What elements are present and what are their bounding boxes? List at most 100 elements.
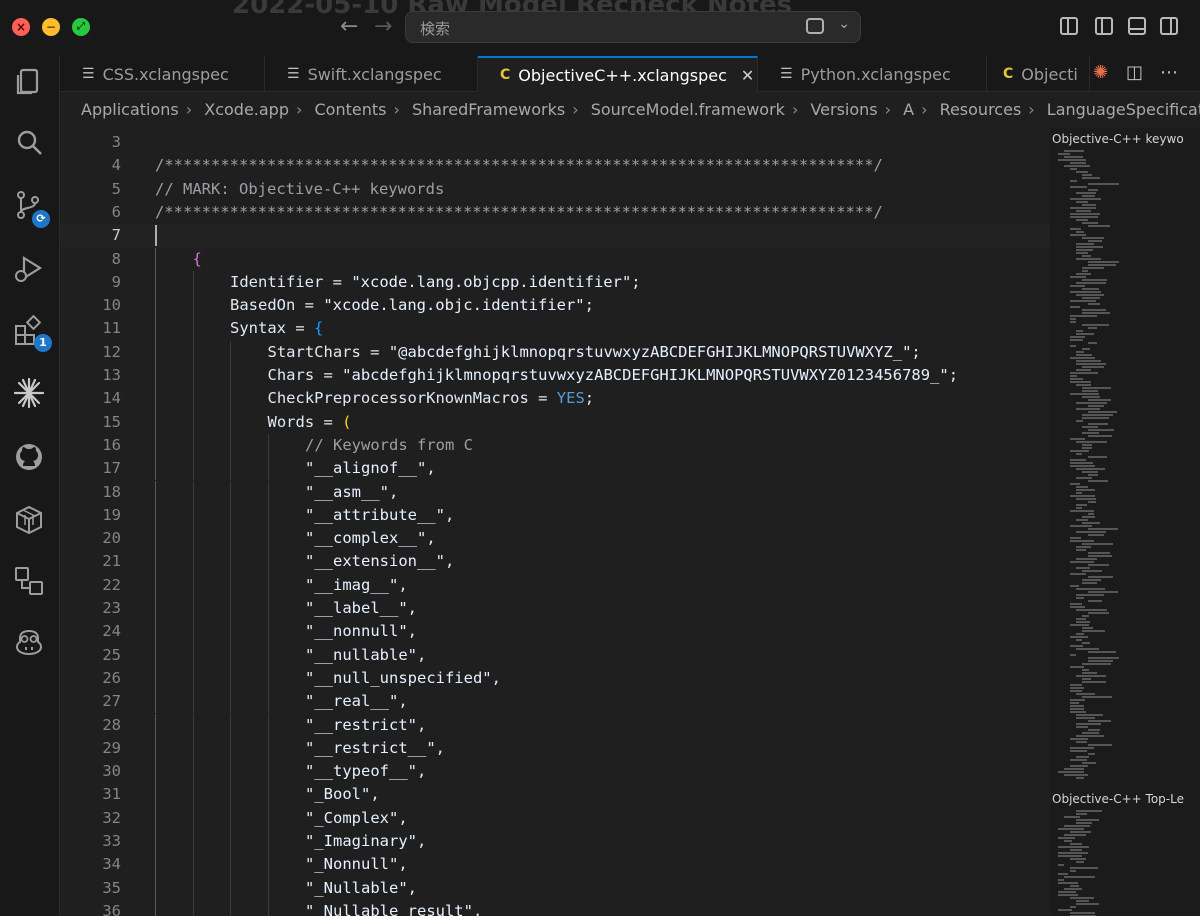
minimap-line (1076, 402, 1107, 404)
code-line[interactable]: 7 (60, 224, 1050, 248)
search-placeholder: 検索 (420, 20, 451, 38)
search-icon[interactable] (12, 126, 46, 160)
line-number: 22 (102, 575, 121, 594)
code-line[interactable]: 15 Words = ( (60, 410, 1050, 434)
breadcrumb-item[interactable]: SourceModel.framework (591, 100, 785, 119)
code-line[interactable]: 34 "_Nonnull", (60, 853, 1050, 877)
tab-objectivecpp-xclangspec[interactable]: C ObjectiveC++.xclangspec ✕ (478, 56, 758, 92)
code-line[interactable]: 4 /**************************************… (60, 154, 1050, 177)
run-debug-icon[interactable] (12, 252, 46, 286)
close-icon[interactable]: ✕ (741, 66, 754, 85)
code-line[interactable]: 30 "__typeof__", (60, 760, 1050, 784)
close-window-button[interactable]: × (12, 18, 30, 36)
back-arrow-icon[interactable]: ← (340, 14, 358, 40)
minimap-line (1082, 237, 1104, 239)
command-center-search[interactable]: 検索 ⌄ (405, 11, 861, 43)
toggle-primary-sidebar-icon[interactable] (1095, 17, 1113, 35)
code-line[interactable]: 25 "__nullable", (60, 643, 1050, 667)
source-control-icon[interactable]: ⟳ (12, 188, 50, 228)
minimap-line (1082, 681, 1106, 683)
toggle-secondary-sidebar-icon[interactable] (1160, 17, 1178, 35)
claude-spark-icon[interactable] (12, 376, 46, 410)
minimap-line (1070, 603, 1082, 605)
code-line[interactable]: 6 /**************************************… (60, 201, 1050, 224)
minimap-line (1070, 162, 1086, 164)
code-line[interactable]: 16 // Keywords from C (60, 433, 1050, 458)
minimap-line (1076, 777, 1084, 779)
code-line[interactable]: 12 StartChars = "@abcdefghijklmnopqrstuvw… (60, 340, 1050, 364)
code-line[interactable]: 11 Syntax = { (60, 317, 1050, 341)
minimap-line (1070, 375, 1077, 377)
maximize-window-button[interactable]: ⤢ (72, 18, 90, 36)
tab-swift-xclangspec[interactable]: ☰ Swift.xclangspec (265, 56, 478, 92)
copilot-chat-icon[interactable] (806, 18, 824, 34)
minimap-line (1076, 273, 1091, 275)
code-line[interactable]: 21 "__extension__", (60, 550, 1050, 574)
code-line[interactable]: 24 "__nonnull", (60, 620, 1050, 644)
forward-arrow-icon[interactable]: → (374, 14, 392, 40)
extensions-icon[interactable]: 1 (12, 314, 52, 352)
claude-spark-icon[interactable]: ✺ (1093, 62, 1108, 83)
code-line[interactable]: 31 "_Bool", (60, 783, 1050, 807)
minimap-line (1088, 261, 1119, 263)
breadcrumb-item[interactable]: A (903, 100, 914, 119)
minimap-line (1070, 906, 1076, 908)
code-line[interactable]: 22 "__imag__", (60, 573, 1050, 597)
tab-css-xclangspec[interactable]: ☰ CSS.xclangspec (60, 56, 265, 92)
code-line[interactable]: 10 BasedOn = "xcode.lang.objc.identifier"… (60, 294, 1050, 318)
line-number: 15 (102, 412, 121, 431)
minimap-line (1070, 537, 1081, 539)
code-line[interactable]: 17 "__alignof__", (60, 457, 1050, 481)
minimap-line (1064, 840, 1072, 842)
code-line[interactable]: 28 "__restrict", (60, 713, 1050, 737)
line-number: 36 (102, 901, 121, 916)
code-line[interactable]: 19 "__attribute__", (60, 503, 1050, 528)
breadcrumb-item[interactable]: LanguageSpecifications (1047, 100, 1200, 119)
code-text: "_Bool", (305, 785, 380, 804)
code-line[interactable]: 9 Identifier = "xcode.lang.objcpp.identif… (60, 270, 1050, 295)
breadcrumb-item[interactable]: Applications (81, 100, 179, 119)
code-line[interactable]: 20 "__complex__", (60, 527, 1050, 551)
breadcrumb-item[interactable]: Contents (314, 100, 386, 119)
code-line[interactable]: 14 CheckPreprocessorKnownMacros = YES; (60, 387, 1050, 411)
split-editor-icon[interactable]: ◫ (1126, 62, 1143, 83)
chevron-down-icon[interactable]: ⌄ (838, 16, 850, 32)
tab-objective-c-xclangspec[interactable]: C Objecti (987, 56, 1090, 92)
more-actions-icon[interactable]: ⋯ (1160, 62, 1178, 83)
code-line[interactable]: 27 "__real__", (60, 690, 1050, 714)
code-line[interactable]: 23 "__label__", (60, 597, 1050, 621)
code-line[interactable]: 8{ (60, 247, 1050, 271)
minimap-line (1070, 708, 1084, 710)
line-number: 31 (102, 785, 121, 804)
code-line[interactable]: 33 "_Imaginary", (60, 830, 1050, 854)
indent-guide (155, 713, 156, 737)
explorer-icon[interactable] (12, 64, 46, 98)
code-line[interactable]: 13 Chars = "abcdefghijklmnopqrstuvwxyzABC… (60, 364, 1050, 388)
minimap-line (1088, 264, 1116, 266)
code-line[interactable]: 18 "__asm__", (60, 480, 1050, 504)
minimize-window-button[interactable]: − (42, 18, 60, 36)
customize-layout-icon[interactable] (1060, 17, 1078, 35)
code-text: { (192, 249, 202, 268)
code-line[interactable]: 35 "_Nullable", (60, 876, 1050, 900)
remote-explorer-icon[interactable] (12, 564, 46, 598)
code-line[interactable]: 3 (60, 131, 1050, 154)
code-line[interactable]: 36 "_Nullable_result", (60, 899, 1050, 916)
tab-python-xclangspec[interactable]: ☰ Python.xclangspec (758, 56, 987, 92)
line-number: 33 (102, 832, 121, 850)
package-box-icon[interactable] (12, 502, 46, 536)
toggle-panel-icon[interactable] (1128, 17, 1146, 35)
minimap[interactable]: Objective-C++ keywo Objective-C++ Top-Le (1050, 128, 1200, 916)
breadcrumb-item[interactable]: Versions (810, 100, 877, 119)
code-line[interactable]: 32 "_Complex", (60, 806, 1050, 830)
breadcrumb-item[interactable]: Xcode.app (204, 100, 289, 119)
code-line[interactable]: 29 "__restrict__", (60, 736, 1050, 761)
code-text: // Keywords from C (305, 435, 473, 454)
breadcrumb-item[interactable]: Resources (940, 100, 1022, 119)
code-editor[interactable]: 3 4/*************************************… (60, 128, 1050, 916)
code-line[interactable]: 5 // MARK: Objective-C++ keywords (60, 178, 1050, 201)
github-icon[interactable] (12, 440, 46, 474)
copilot-icon[interactable] (12, 626, 46, 660)
breadcrumb-item[interactable]: SharedFrameworks (412, 100, 565, 119)
code-line[interactable]: 26 "__null_unspecified", (60, 666, 1050, 691)
